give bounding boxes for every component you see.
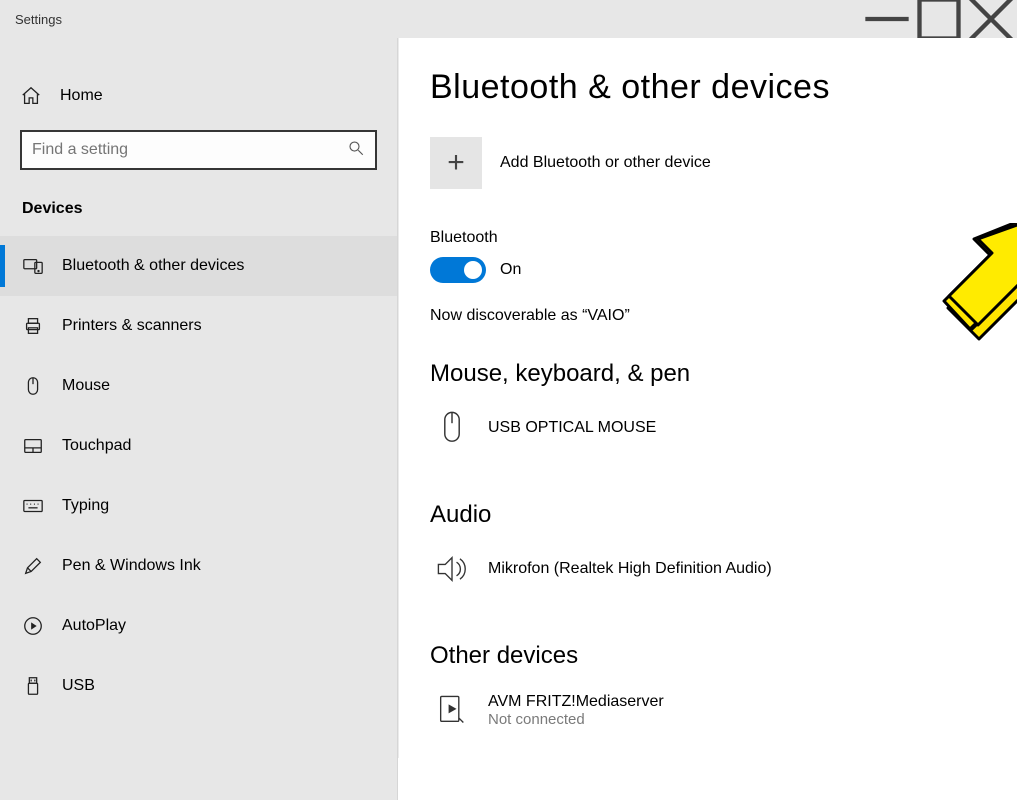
sidebar-item-usb[interactable]: USB: [0, 656, 397, 716]
scroll-divider: [398, 38, 399, 758]
bluetooth-toggle[interactable]: [430, 257, 486, 283]
search-box[interactable]: [20, 130, 377, 170]
sidebar: Home Devices Bluetooth & other devices P…: [0, 38, 398, 800]
speaker-icon: [434, 549, 470, 589]
mouse-icon: [22, 375, 44, 397]
sidebar-section-title: Devices: [0, 188, 397, 236]
sidebar-item-printers[interactable]: Printers & scanners: [0, 296, 397, 356]
sidebar-item-mouse[interactable]: Mouse: [0, 356, 397, 416]
home-icon: [20, 85, 42, 107]
search-wrap: [0, 130, 397, 170]
device-name: AVM FRITZ!Mediaserver: [488, 693, 664, 711]
device-name: USB OPTICAL MOUSE: [488, 419, 656, 437]
device-item[interactable]: AVM FRITZ!Mediaserver Not connected: [430, 682, 1017, 730]
sidebar-item-pen[interactable]: Pen & Windows Ink: [0, 536, 397, 596]
plus-icon: +: [430, 137, 482, 189]
add-device-button[interactable]: + Add Bluetooth or other device: [430, 137, 1017, 189]
device-item[interactable]: Mikrofon (Realtek High Definition Audio): [430, 541, 1017, 607]
sidebar-item-label: Touchpad: [62, 437, 131, 455]
sidebar-item-bluetooth[interactable]: Bluetooth & other devices: [0, 236, 397, 296]
minimize-button[interactable]: [861, 0, 913, 38]
autoplay-icon: [22, 615, 44, 637]
sidebar-item-touchpad[interactable]: Touchpad: [0, 416, 397, 476]
devices-icon: [22, 255, 44, 277]
titlebar: Settings: [0, 0, 1017, 38]
sidebar-item-autoplay[interactable]: AutoPlay: [0, 596, 397, 656]
usb-icon: [22, 675, 44, 697]
home-button[interactable]: Home: [0, 66, 397, 126]
sidebar-item-label: Printers & scanners: [62, 317, 202, 335]
device-status: Not connected: [488, 711, 664, 728]
sidebar-item-label: Typing: [62, 497, 109, 515]
close-button[interactable]: [965, 0, 1017, 38]
bluetooth-toggle-state: On: [500, 261, 521, 279]
device-item[interactable]: USB OPTICAL MOUSE: [430, 400, 1017, 466]
search-input[interactable]: [32, 141, 347, 159]
sidebar-item-label: Mouse: [62, 377, 110, 395]
pen-icon: [22, 555, 44, 577]
keyboard-icon: [22, 495, 44, 517]
sidebar-item-label: AutoPlay: [62, 617, 126, 635]
media-device-icon: [434, 690, 470, 730]
discoverable-text: Now discoverable as “VAIO”: [430, 307, 1017, 325]
maximize-button[interactable]: [913, 0, 965, 38]
bluetooth-heading: Bluetooth: [430, 229, 1017, 247]
mouse-device-icon: [434, 408, 470, 448]
sidebar-item-label: USB: [62, 677, 95, 695]
home-label: Home: [60, 87, 103, 105]
sidebar-item-label: Bluetooth & other devices: [62, 257, 244, 275]
touchpad-icon: [22, 435, 44, 457]
window-title: Settings: [15, 12, 62, 27]
section-other: Other devices: [430, 642, 1017, 670]
content-pane: Bluetooth & other devices + Add Bluetoot…: [398, 38, 1017, 800]
add-device-label: Add Bluetooth or other device: [500, 154, 711, 172]
page-title: Bluetooth & other devices: [430, 68, 1017, 107]
device-name: Mikrofon (Realtek High Definition Audio): [488, 560, 772, 578]
sidebar-item-label: Pen & Windows Ink: [62, 557, 201, 575]
sidebar-item-typing[interactable]: Typing: [0, 476, 397, 536]
section-mouse-kb-pen: Mouse, keyboard, & pen: [430, 360, 1017, 388]
section-audio: Audio: [430, 501, 1017, 529]
window-controls: [861, 0, 1017, 38]
printer-icon: [22, 315, 44, 337]
search-icon: [347, 139, 365, 161]
